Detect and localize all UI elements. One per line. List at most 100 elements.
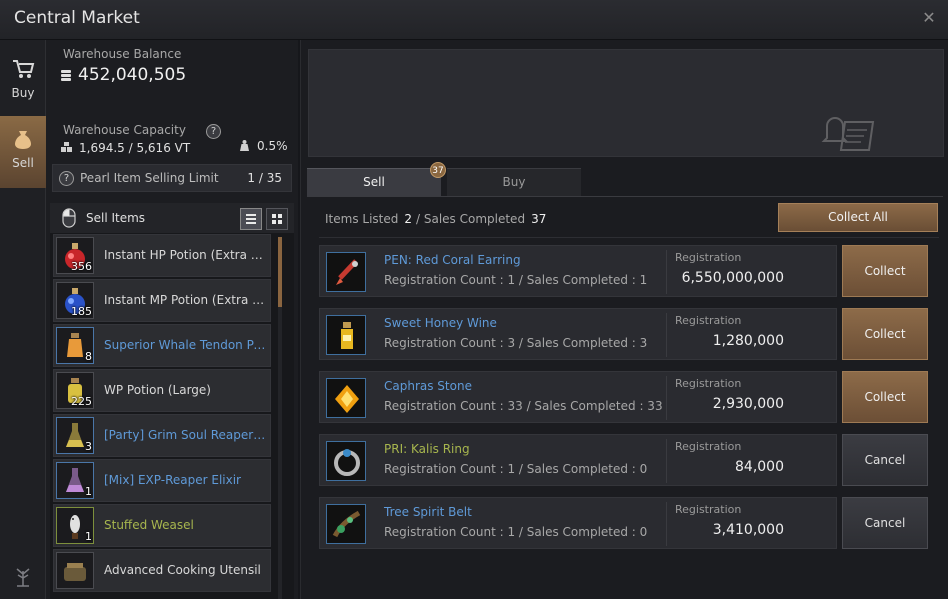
sales-panel: Sell Buy 37 Items Listed 2 / Sales Complet… bbox=[300, 40, 948, 599]
item-name: [Party] Grim Soul Reaper's Elixir bbox=[104, 428, 268, 442]
tab-buy[interactable]: Buy bbox=[0, 46, 46, 118]
tab-divider bbox=[307, 196, 943, 197]
tree-icon[interactable] bbox=[12, 565, 34, 587]
list-item[interactable]: 185 Instant MP Potion (Extra Large) bbox=[53, 279, 271, 322]
item-count: 1 bbox=[85, 485, 92, 498]
list-item[interactable]: 1 [Mix] EXP-Reaper Elixir bbox=[53, 459, 271, 502]
warehouse-balance: 452,040,505 bbox=[60, 65, 186, 85]
warehouse-balance-label: Warehouse Balance bbox=[63, 47, 182, 61]
list-item[interactable]: 356 Instant HP Potion (Extra Large) bbox=[53, 234, 271, 277]
list-item[interactable]: 8 Superior Whale Tendon Potion bbox=[53, 324, 271, 367]
pearl-limit-value: 1 / 35 bbox=[247, 171, 282, 185]
silver-coins-icon bbox=[61, 70, 71, 81]
item-thumbnail: 356 bbox=[56, 237, 94, 274]
collect-button[interactable]: Collect bbox=[842, 308, 928, 360]
collect-button[interactable]: Collect bbox=[842, 371, 928, 423]
grid-view-button[interactable] bbox=[266, 208, 288, 230]
item-count: 3 bbox=[85, 440, 92, 453]
listing-name[interactable]: Tree Spirit Belt bbox=[384, 505, 472, 519]
crates-icon bbox=[61, 142, 72, 152]
warehouse-capacity-label: Warehouse Capacity bbox=[63, 123, 186, 137]
list-view-icon bbox=[246, 214, 256, 224]
registration-price: 6,550,000,000 bbox=[681, 270, 784, 286]
collect-all-button[interactable]: Collect All bbox=[778, 203, 938, 232]
help-icon[interactable]: ? bbox=[206, 124, 221, 139]
sales-completed-label: / Sales Completed bbox=[416, 212, 526, 226]
tab-sell-listings[interactable]: Sell bbox=[307, 168, 441, 196]
item-count: 356 bbox=[71, 260, 92, 273]
warehouse-balance-value: 452,040,505 bbox=[78, 65, 187, 85]
sales-summary: Items Listed 2 / Sales Completed 37 bbox=[325, 212, 550, 226]
cart-icon bbox=[13, 60, 35, 78]
registration-label: Registration bbox=[675, 503, 742, 516]
tab-sell-label: Sell bbox=[12, 156, 34, 170]
listing-row: PRI: Kalis Ring Registration Count : 1 /… bbox=[319, 434, 837, 486]
tab-sell[interactable]: Sell bbox=[0, 116, 46, 188]
warehouse-panel: Warehouse Balance 452,040,505 Warehouse … bbox=[46, 40, 298, 599]
listing-registration-info: Registration Count : 33 / Sales Complete… bbox=[384, 399, 663, 413]
items-listed-label: Items Listed bbox=[325, 212, 399, 226]
listing-name[interactable]: Sweet Honey Wine bbox=[384, 316, 497, 330]
list-item[interactable]: Advanced Cooking Utensil bbox=[53, 549, 271, 592]
listing-name[interactable]: PRI: Kalis Ring bbox=[384, 442, 470, 456]
bell-scroll-icon bbox=[821, 117, 875, 151]
listing-registration-info: Registration Count : 1 / Sales Completed… bbox=[384, 273, 648, 287]
help-icon[interactable]: ? bbox=[59, 171, 74, 186]
close-icon[interactable]: ✕ bbox=[920, 9, 938, 27]
item-count: 8 bbox=[85, 350, 92, 363]
item-thumbnail: 225 bbox=[56, 372, 94, 409]
listing-row: Tree Spirit Belt Registration Count : 1 … bbox=[319, 497, 837, 549]
listing-name[interactable]: PEN: Red Coral Earring bbox=[384, 253, 521, 267]
weight-percentage: 0.5% bbox=[238, 139, 288, 153]
sell-items-title: Sell Items bbox=[86, 211, 146, 225]
items-scrollbar[interactable] bbox=[278, 237, 282, 599]
item-name: Instant MP Potion (Extra Large) bbox=[104, 293, 268, 307]
listing-name[interactable]: Caphras Stone bbox=[384, 379, 472, 393]
item-name: [Mix] EXP-Reaper Elixir bbox=[104, 473, 241, 487]
sell-count-badge: 37 bbox=[430, 162, 446, 178]
item-thumbnail bbox=[56, 552, 94, 589]
mouse-icon bbox=[62, 208, 76, 228]
side-tab-rail: Buy Sell bbox=[0, 40, 46, 599]
tree-spirit-belt-icon bbox=[332, 510, 361, 538]
tab-buy-listings[interactable]: Buy bbox=[447, 168, 581, 196]
title-bar: Central Market ✕ bbox=[0, 0, 948, 40]
listing-row: Caphras Stone Registration Count : 33 / … bbox=[319, 371, 837, 423]
tab-buy-label: Buy bbox=[11, 86, 35, 100]
registration-label: Registration bbox=[675, 377, 742, 390]
item-name: WP Potion (Large) bbox=[104, 383, 211, 397]
collect-button[interactable]: Collect bbox=[842, 245, 928, 297]
item-name: Stuffed Weasel bbox=[104, 518, 194, 532]
item-count: 225 bbox=[71, 395, 92, 408]
registration-price: 84,000 bbox=[735, 459, 784, 475]
item-name: Superior Whale Tendon Potion bbox=[104, 338, 268, 352]
listing-thumbnail bbox=[326, 441, 366, 481]
cancel-button[interactable]: Cancel bbox=[842, 434, 928, 486]
registration-price: 3,410,000 bbox=[712, 522, 784, 538]
item-thumbnail: 1 bbox=[56, 507, 94, 544]
honey-wine-icon bbox=[341, 322, 353, 349]
listing-registration-info: Registration Count : 1 / Sales Completed… bbox=[384, 525, 648, 539]
listing-thumbnail bbox=[326, 378, 366, 418]
warehouse-capacity: 1,694.5 / 5,616 VT bbox=[60, 141, 190, 155]
sell-items-panel: Sell Items 356 Instant HP Potion (Extra … bbox=[50, 203, 294, 599]
item-count: 1 bbox=[85, 530, 92, 543]
list-item[interactable]: 1 Stuffed Weasel bbox=[53, 504, 271, 547]
list-view-button[interactable] bbox=[240, 208, 262, 230]
pearl-selling-limit: ? Pearl Item Selling Limit 1 / 35 bbox=[52, 164, 292, 192]
listing-row: Sweet Honey Wine Registration Count : 3 … bbox=[319, 308, 837, 360]
cancel-button[interactable]: Cancel bbox=[842, 497, 928, 549]
cooking-utensil-icon bbox=[64, 563, 86, 581]
weight-percentage-value: 0.5% bbox=[257, 139, 288, 153]
registration-price: 1,280,000 bbox=[712, 333, 784, 349]
coral-earring-icon bbox=[336, 259, 358, 285]
registration-label: Registration bbox=[675, 251, 742, 264]
registration-price: 2,930,000 bbox=[712, 396, 784, 412]
listing-thumbnail bbox=[326, 252, 366, 292]
list-item[interactable]: 3 [Party] Grim Soul Reaper's Elixir bbox=[53, 414, 271, 457]
list-item[interactable]: 225 WP Potion (Large) bbox=[53, 369, 271, 412]
listing-divider bbox=[666, 502, 667, 546]
listing-registration-info: Registration Count : 1 / Sales Completed… bbox=[384, 462, 648, 476]
listing-thumbnail bbox=[326, 315, 366, 355]
scrollbar-thumb[interactable] bbox=[278, 237, 282, 307]
